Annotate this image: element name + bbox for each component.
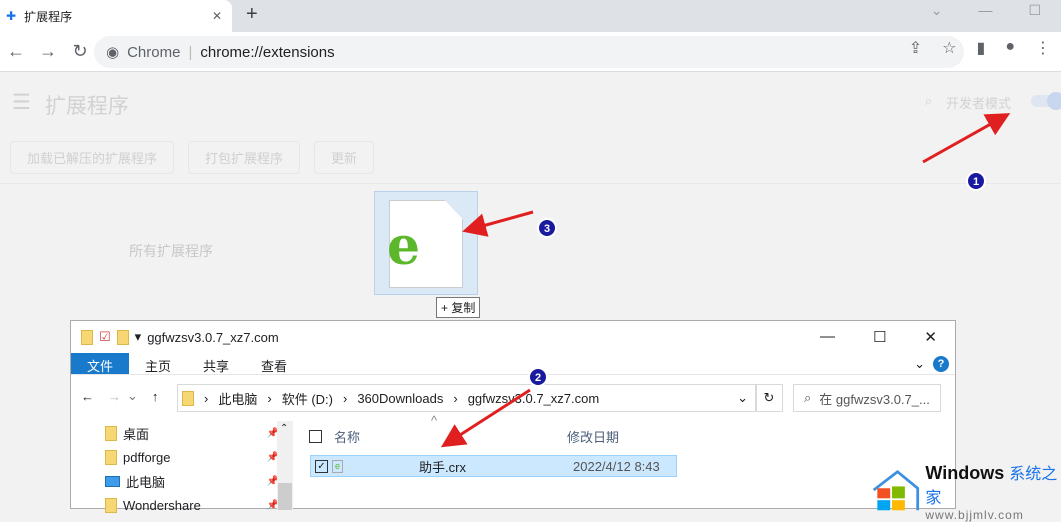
profile-avatar-icon[interactable]: ● (1005, 38, 1015, 58)
column-header-date[interactable]: 修改日期 (567, 427, 619, 446)
select-all-checkbox[interactable] (309, 429, 322, 443)
divider (0, 183, 1061, 184)
new-tab-button[interactable]: + (246, 3, 258, 26)
watermark-logo: Windows 系统之家 www.bjjmlv.com (870, 460, 1061, 522)
scrollbar-thumb[interactable] (278, 483, 292, 510)
sort-ascending-icon: ^ (431, 413, 438, 428)
divider: | (188, 43, 193, 61)
up-icon[interactable]: ↑ (152, 389, 159, 404)
window-title: ggfwzsv3.0.7_xz7.com (147, 329, 279, 345)
refresh-button[interactable]: ↻ (755, 384, 783, 412)
windows-house-icon (872, 469, 920, 511)
close-icon[interactable]: ✕ (924, 328, 937, 346)
row-checkbox[interactable]: ✓ (315, 459, 328, 473)
omnibox[interactable]: ◉ Chrome | chrome://extensions (94, 36, 964, 68)
dragged-file-icon[interactable]: e (374, 191, 478, 295)
ribbon-tab-file[interactable]: 文件 (71, 353, 130, 374)
properties-icon[interactable]: ☑ (99, 329, 111, 345)
computer-icon (105, 475, 120, 487)
maximize-icon[interactable]: ☐ (1028, 2, 1041, 19)
file-name: 助手.crx (419, 459, 466, 475)
file-date: 2022/4/12 8:43 (573, 458, 660, 474)
folder-icon (105, 425, 117, 441)
copy-badge: + 复制 (436, 297, 481, 318)
file-row[interactable]: ✓ e 助手.crx 2022/4/12 8:43 (310, 455, 677, 477)
pack-extension-button[interactable]: 打包扩展程序 (188, 141, 301, 174)
reload-icon[interactable]: ↻ (64, 41, 96, 62)
all-extensions-label: 所有扩展程序 (129, 243, 213, 259)
folder-icon (105, 497, 117, 513)
tab-title: 扩展程序 (24, 9, 73, 24)
back-icon[interactable]: ← (0, 41, 32, 62)
breadcrumb-item[interactable]: 此电脑 (218, 389, 257, 408)
file-list: 名称 ^ 修改日期 ✓ e 助手.crx 2022/4/12 8:43 (305, 413, 677, 477)
dev-mode-toggle[interactable] (1031, 92, 1061, 110)
nav-item-this-pc[interactable]: 此电脑 📌 (71, 469, 293, 493)
help-icon[interactable]: ? (933, 355, 949, 372)
tab-extensions[interactable]: ✚ 扩展程序 ✕ (0, 0, 232, 32)
chrome-icon: ◉ (106, 44, 120, 61)
browser-toolbar: ← → ↻ ◉ Chrome | chrome://extensions ⇪ ☆… (0, 32, 1061, 72)
folder-icon (81, 329, 93, 345)
side-panel-icon[interactable]: ▮ (977, 38, 986, 58)
tab-search-icon[interactable]: ⌄ (931, 2, 943, 19)
breadcrumb-item[interactable]: 360Downloads (357, 391, 443, 406)
omnibox-url: chrome://extensions (200, 43, 335, 61)
ribbon-tab-home[interactable]: 主页 (129, 353, 187, 374)
expand-ribbon-icon[interactable]: ⌄ (914, 356, 925, 372)
close-tab-icon[interactable]: ✕ (212, 9, 222, 23)
quick-access-dropdown-icon[interactable]: ▾ (135, 329, 142, 345)
ribbon-tab-view[interactable]: 查看 (245, 353, 303, 374)
folder-icon (105, 449, 117, 465)
minimize-icon[interactable]: — (978, 2, 992, 18)
update-button[interactable]: 更新 (314, 141, 375, 174)
crx-file-icon: e (332, 459, 343, 473)
address-bar[interactable]: › 此电脑 › 软件 (D:) › 360Downloads › ggfwzsv3.0.… (177, 384, 757, 412)
menu-icon[interactable]: ⋮ (1035, 38, 1051, 58)
path-dropdown-icon[interactable]: ⌄ (737, 390, 748, 406)
page-title: 扩展程序 (44, 95, 129, 118)
search-icon: ⌕ (804, 390, 812, 405)
search-icon[interactable]: ⌕ (925, 93, 932, 112)
forward-icon[interactable]: → (32, 41, 64, 62)
minimize-icon[interactable]: — (820, 328, 835, 346)
column-header-name[interactable]: 名称 (334, 427, 360, 446)
recent-dropdown-icon[interactable]: ⌄ (127, 388, 138, 404)
nav-scrollbar[interactable]: ⌃ (277, 421, 293, 510)
navigation-pane: 桌面 📌 pdfforge 📌 此电脑 📌 Wondershare 📌 (71, 421, 293, 517)
nav-item-desktop[interactable]: 桌面 📌 (71, 421, 293, 445)
back-icon[interactable]: ← (81, 389, 94, 404)
new-folder-icon[interactable] (116, 329, 129, 345)
hamburger-menu-icon[interactable]: ☰ (12, 90, 31, 120)
forward-icon[interactable]: → (108, 389, 121, 404)
breadcrumb-item[interactable]: 软件 (D:) (282, 389, 333, 408)
tab-bar: ✚ 扩展程序 ✕ + ⌄ — ☐ (0, 0, 1061, 32)
breadcrumb-item[interactable]: ggfwzsv3.0.7_xz7.com (468, 391, 600, 406)
file-explorer-window: ☑ ▾ ggfwzsv3.0.7_xz7.com — ☐ ✕ 文件 主页 共享 查看… (70, 320, 956, 513)
puzzle-icon: ✚ (6, 9, 17, 23)
ribbon-tab-share[interactable]: 共享 (187, 353, 245, 374)
window-controls: ⌄ — ☐ (931, 0, 1061, 20)
load-unpacked-button[interactable]: 加载已解压的扩展程序 (10, 141, 175, 174)
folder-icon (182, 390, 194, 406)
nav-item-wondershare[interactable]: Wondershare 📌 (71, 493, 293, 517)
share-icon[interactable]: ⇪ (909, 38, 922, 58)
maximize-icon[interactable]: ☐ (873, 328, 886, 346)
crx-e-icon: e (387, 216, 421, 277)
bookmark-star-icon[interactable]: ☆ (942, 38, 956, 58)
scroll-up-icon[interactable]: ⌃ (280, 423, 288, 434)
search-input[interactable]: ⌕ 在 ggfwzsv3.0.7_... (793, 384, 941, 412)
dev-mode-label: 开发者模式 (945, 96, 1011, 111)
nav-item-pdfforge[interactable]: pdfforge 📌 (71, 445, 293, 469)
omnibox-site: Chrome (127, 43, 181, 61)
